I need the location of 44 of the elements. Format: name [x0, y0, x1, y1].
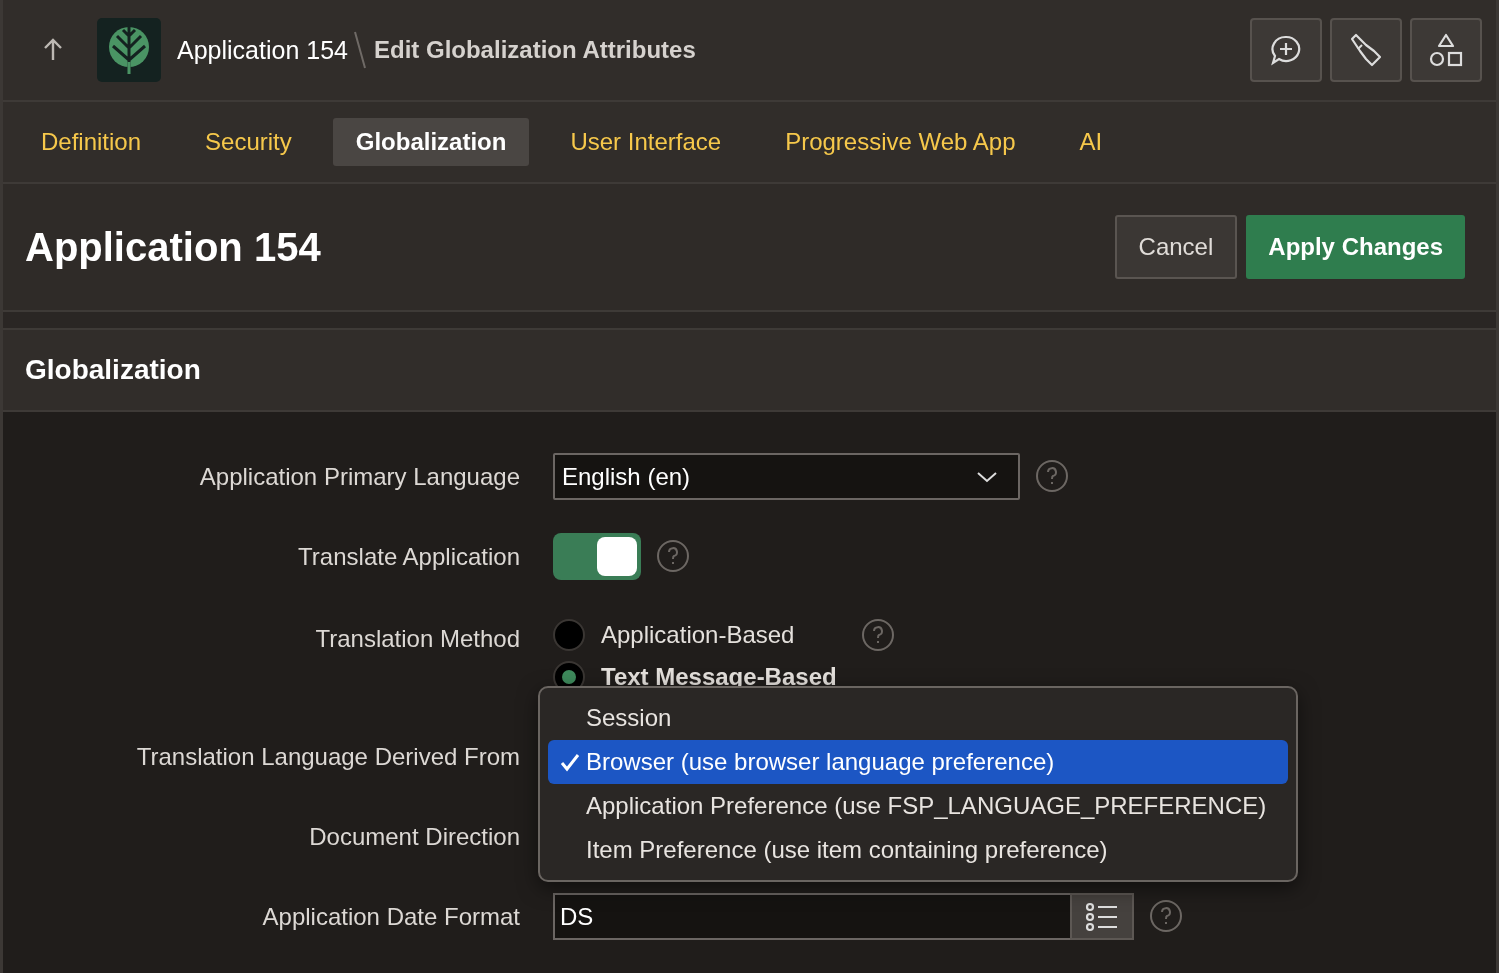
page-heading: Application 154	[25, 224, 321, 270]
up-arrow-icon[interactable]	[43, 38, 63, 62]
help-icon[interactable]	[1036, 460, 1068, 492]
cancel-button[interactable]: Cancel	[1114, 215, 1238, 279]
tab[interactable]: AI	[1056, 118, 1126, 166]
apply-button[interactable]: Apply Changes	[1246, 215, 1465, 279]
radio-label: Application-Based	[601, 621, 795, 649]
breadcrumb-link[interactable]: Application 154	[177, 35, 348, 65]
region-title: Globalization	[25, 354, 201, 386]
separator-icon	[351, 30, 368, 70]
shapes-icon	[1428, 32, 1464, 68]
chevron-down-icon	[976, 469, 998, 484]
radio-button[interactable]	[553, 619, 585, 651]
menu-option[interactable]: Session	[548, 696, 1288, 740]
field-label: Application Primary Language	[199, 463, 520, 491]
field-label: Translate Application	[298, 543, 520, 571]
tab[interactable]: Globalization	[332, 118, 530, 166]
help-icon[interactable]	[862, 619, 895, 651]
field-label: Application Date Format	[262, 903, 520, 931]
field-label: Document Direction	[309, 823, 520, 851]
help-icon[interactable]	[657, 540, 689, 572]
tree-logo-icon	[97, 18, 161, 82]
menu-option[interactable]: Application Preference (use FSP_LANGUAGE_PREFERENCE)	[548, 784, 1288, 828]
shapes-button[interactable]	[1410, 18, 1482, 82]
list-button[interactable]	[1070, 893, 1134, 940]
help-icon[interactable]	[1150, 900, 1182, 932]
field-label: Translation Method	[315, 625, 520, 653]
list-icon	[1085, 901, 1119, 932]
tab[interactable]: User Interface	[547, 118, 745, 166]
tab[interactable]: Security	[182, 118, 315, 166]
flashlight-button[interactable]	[1330, 18, 1402, 82]
date-format-field[interactable]: DS	[553, 893, 1070, 940]
toggle-switch[interactable]	[553, 533, 641, 580]
tab[interactable]: Definition	[18, 118, 165, 166]
check-icon	[560, 752, 580, 772]
page-title: Edit Globalization Attributes	[373, 36, 696, 64]
flashlight-icon	[1348, 32, 1384, 68]
feedback-button[interactable]	[1250, 18, 1322, 82]
menu-option[interactable]: Item Preference (use item containing preference)	[548, 828, 1288, 872]
language-select[interactable]: English (en)	[553, 453, 1020, 500]
menu-option[interactable]: Browser (use browser language preference)	[548, 740, 1288, 784]
field-label: Translation Language Derived From	[136, 743, 520, 771]
radio-label: Text Message-Based	[601, 663, 837, 691]
tab[interactable]: Progressive Web App	[762, 118, 1039, 166]
